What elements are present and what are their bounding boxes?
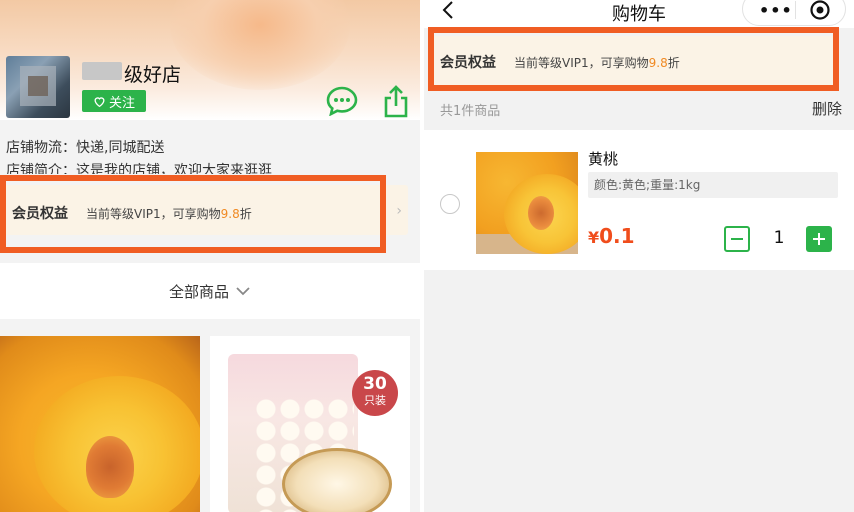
shop-intro: 店铺简介：这是我的店铺，欢迎大家来逛逛: [6, 163, 272, 174]
mini-program-capsule: •••: [742, 0, 846, 26]
share-icon[interactable]: [382, 84, 410, 118]
follow-label: 关注: [108, 95, 135, 111]
nav-bar: 购物车 •••: [424, 0, 854, 28]
product-card-peach[interactable]: [0, 336, 200, 512]
count-badge: 30 只装: [352, 370, 398, 416]
cart-panel: 购物车 ••• 会员权益 当前等级VIP1，可享购物9.8折 共1件商品 删除 …: [424, 0, 854, 512]
shop-header: 级好店 关注 店铺物流：快递,同城配送 店铺简介：这是我的店铺，欢迎大家来逛逛 …: [0, 0, 420, 265]
product-spec[interactable]: 颜色:黄色;重量:1kg: [588, 172, 838, 198]
shop-avatar[interactable]: [6, 56, 70, 118]
all-goods-dropdown[interactable]: 全部商品: [0, 263, 420, 319]
highlight-box: [428, 27, 839, 91]
shop-name-blurred: [82, 62, 122, 80]
delete-button[interactable]: 删除: [812, 98, 842, 119]
quantity-value[interactable]: 1: [764, 228, 794, 248]
chevron-right-icon: ›: [396, 203, 402, 219]
shop-logistics: 店铺物流：快递,同城配送: [6, 140, 165, 156]
chevron-down-icon: [236, 287, 250, 296]
cart-item: 黄桃 颜色:黄色;重量:1kg ¥0.1 1: [424, 130, 854, 270]
currency-symbol: ¥: [588, 228, 600, 247]
decrease-quantity-button[interactable]: [724, 226, 750, 252]
cart-summary-row: 共1件商品 删除: [424, 92, 854, 130]
product-price: ¥0.1: [588, 224, 635, 248]
item-count: 共1件商品: [440, 104, 501, 119]
shop-page-panel: 级好店 关注 店铺物流：快递,同城配送 店铺简介：这是我的店铺，欢迎大家来逛逛 …: [0, 0, 420, 512]
increase-quantity-button[interactable]: [806, 226, 832, 252]
follow-button[interactable]: 关注: [82, 90, 146, 112]
badge-unit: 只装: [364, 394, 386, 407]
close-mini-program-icon[interactable]: [809, 0, 831, 21]
steamer-image: [282, 448, 392, 512]
chat-icon[interactable]: [326, 86, 358, 116]
shop-name: 级好店: [124, 64, 182, 86]
select-item-radio[interactable]: [440, 194, 460, 214]
highlight-box: [0, 175, 386, 253]
price-value: 0.1: [599, 224, 635, 248]
all-goods-label: 全部商品: [168, 282, 229, 301]
product-card-buns[interactable]: 30 只装: [210, 336, 410, 512]
product-name[interactable]: 黄桃: [588, 148, 618, 169]
heart-icon: [94, 96, 105, 107]
product-thumbnail[interactable]: [476, 152, 578, 254]
more-options-icon[interactable]: •••: [759, 1, 793, 20]
badge-number: 30: [363, 374, 387, 394]
